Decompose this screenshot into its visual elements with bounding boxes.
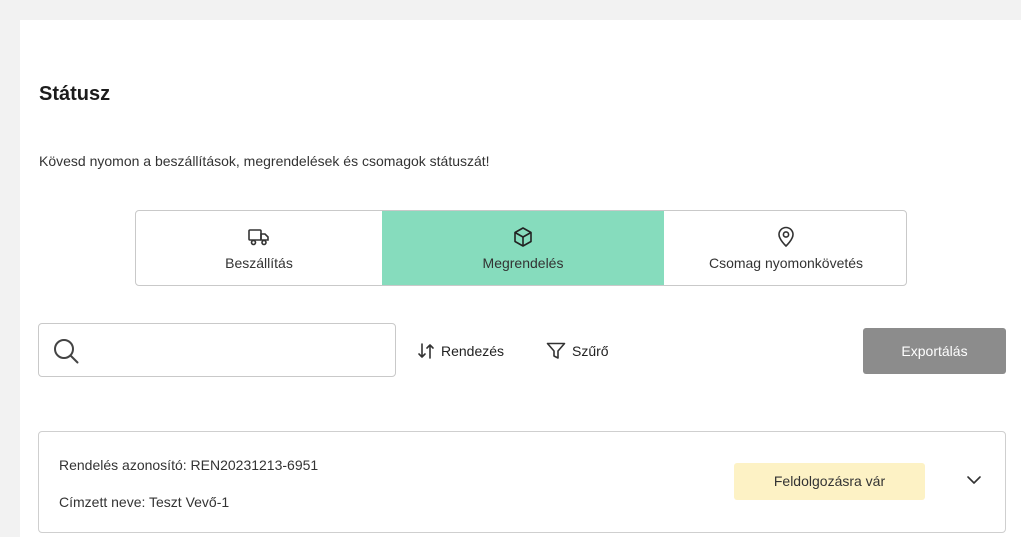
sort-arrows-icon	[418, 343, 434, 359]
tab-supply[interactable]: Beszállítás	[136, 211, 382, 285]
search-box	[38, 323, 396, 378]
tab-order[interactable]: Megrendelés	[382, 211, 664, 285]
tab-package-tracking[interactable]: Csomag nyomonkövetés	[664, 211, 906, 285]
box-icon	[512, 225, 534, 249]
status-badge: Feldolgozásra vár	[734, 463, 925, 500]
tab-label: Beszállítás	[225, 255, 293, 271]
order-card[interactable]: Rendelés azonosító: REN20231213-6951 Cím…	[38, 431, 1006, 533]
page-title: Státusz	[39, 83, 111, 105]
status-panel: Státusz Kövesd nyomon a beszállítások, m…	[20, 20, 1021, 537]
export-button[interactable]: Exportálás	[863, 328, 1006, 374]
filter-label: Szűrő	[572, 343, 609, 359]
recipient-name: Címzett neve: Teszt Vevő-1	[59, 494, 230, 510]
funnel-icon	[546, 342, 566, 359]
location-pin-icon	[776, 225, 796, 249]
tab-label: Megrendelés	[482, 255, 564, 271]
truck-icon	[247, 225, 271, 249]
tab-label: Csomag nyomonkövetés	[708, 255, 864, 271]
sort-button[interactable]: Rendezés	[417, 342, 504, 360]
search-icon	[52, 337, 80, 370]
sort-label: Rendezés	[441, 343, 505, 359]
chevron-down-icon[interactable]	[966, 472, 982, 490]
page-subtitle: Kövesd nyomon a beszállítások, megrendel…	[39, 153, 490, 169]
status-tabs: Beszállítás Megrendelés Csomag nyomonköv…	[135, 210, 907, 286]
order-id: Rendelés azonosító: REN20231213-6951	[59, 457, 319, 473]
search-input[interactable]	[87, 324, 391, 378]
filter-button[interactable]: Szűrő	[546, 342, 609, 360]
